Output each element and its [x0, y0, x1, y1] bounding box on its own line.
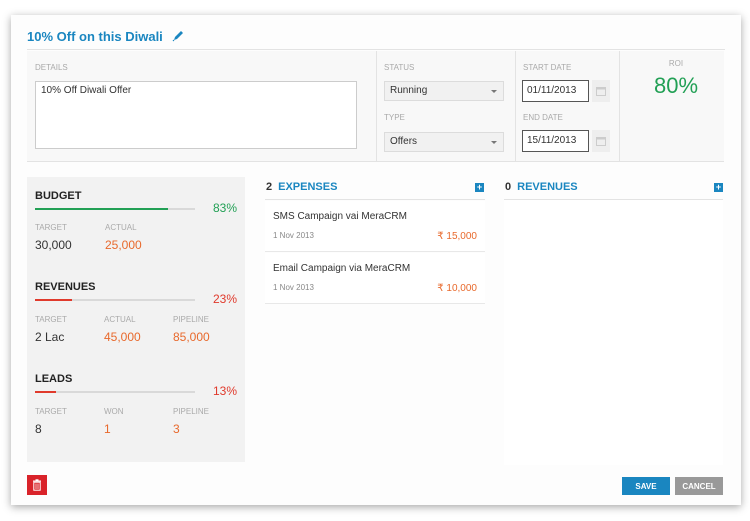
type-label: TYPE	[384, 113, 405, 122]
divider	[265, 199, 485, 200]
leads-progress-bar	[35, 391, 195, 393]
leads-progress-fill	[35, 391, 56, 393]
revenues-actual-label: ACTUAL	[104, 315, 136, 324]
expenses-header: 2 EXPENSES	[266, 181, 337, 195]
start-date-label: START DATE	[523, 63, 572, 72]
revenues-header: 0 REVENUES	[505, 181, 578, 195]
budget-progress-fill	[35, 208, 168, 210]
pencil-icon[interactable]	[171, 29, 185, 43]
expense-amount: ₹ 10,000	[437, 283, 477, 294]
revenues-actual-value: 45,000	[104, 330, 141, 344]
budget-progress-bar	[35, 208, 195, 210]
roi-value: 80%	[653, 73, 699, 98]
end-date-label: END DATE	[523, 113, 563, 122]
type-select[interactable]: Offers	[384, 132, 504, 152]
expenses-title: EXPENSES	[278, 181, 338, 193]
leads-pipeline-value: 3	[173, 422, 180, 436]
budget-actual-label: ACTUAL	[105, 223, 137, 232]
end-date-input[interactable]: 15/11/2013	[522, 130, 589, 152]
revenues-count: 0	[505, 181, 512, 193]
leads-title: LEADS	[35, 373, 73, 385]
details-textarea[interactable]: 10% Off Diwali Offer	[35, 81, 357, 149]
cancel-button[interactable]: CANCEL	[675, 477, 723, 495]
status-select[interactable]: Running	[384, 81, 504, 101]
expense-item[interactable]: SMS Campaign vai MeraCRM 1 Nov 2013 ₹ 15…	[265, 201, 485, 252]
details-label: DETAILS	[35, 63, 68, 72]
revenues-target-label: TARGET	[35, 315, 67, 324]
revenues-progress-bar	[35, 299, 195, 301]
leads-pipeline-label: PIPELINE	[173, 407, 210, 416]
leads-won-value: 1	[104, 422, 111, 436]
revenues-pipeline-label: PIPELINE	[173, 315, 210, 324]
budget-target-value: 30,000	[35, 238, 72, 252]
title-row: 10% Off on this Diwali	[27, 25, 185, 47]
budget-title: BUDGET	[35, 190, 82, 202]
campaign-modal: 10% Off on this Diwali DETAILS 10% Off D…	[11, 15, 741, 505]
revenues-percent: 23%	[212, 292, 237, 306]
revenues-progress-fill	[35, 299, 72, 301]
leads-target-label: TARGET	[35, 407, 67, 416]
calendar-icon[interactable]	[592, 130, 610, 152]
divider	[376, 51, 377, 161]
add-expense-icon[interactable]: +	[475, 183, 484, 192]
revenues-pipeline-value: 85,000	[173, 330, 210, 344]
revenues-title: REVENUES	[35, 281, 96, 293]
divider	[515, 51, 516, 161]
status-label: STATUS	[384, 63, 415, 72]
expenses-count: 2	[266, 181, 273, 193]
chevron-down-icon	[491, 141, 497, 144]
leads-target-value: 8	[35, 422, 42, 436]
divider	[27, 49, 725, 50]
campaign-title: 10% Off on this Diwali	[27, 28, 163, 44]
leads-percent: 13%	[212, 384, 237, 398]
roi-label: ROI	[668, 59, 684, 68]
divider	[619, 51, 620, 161]
expense-amount: ₹ 15,000	[437, 231, 477, 242]
trash-icon	[33, 479, 41, 491]
type-value: Offers	[390, 136, 418, 147]
add-revenue-icon[interactable]: +	[714, 183, 723, 192]
expense-title: Email Campaign via MeraCRM	[273, 263, 411, 274]
revenues-list-title: REVENUES	[517, 181, 578, 193]
budget-percent: 83%	[212, 201, 237, 215]
expense-title: SMS Campaign vai MeraCRM	[273, 211, 407, 222]
save-button[interactable]: SAVE	[622, 477, 670, 495]
stats-panel: BUDGET 83% TARGET ACTUAL 30,000 25,000 R…	[27, 177, 245, 462]
budget-actual-value: 25,000	[105, 238, 142, 252]
delete-button[interactable]	[27, 475, 47, 495]
revenues-list	[504, 200, 723, 465]
status-value: Running	[390, 85, 428, 96]
expense-item[interactable]: Email Campaign via MeraCRM 1 Nov 2013 ₹ …	[265, 253, 485, 304]
chevron-down-icon	[491, 90, 497, 93]
expense-date: 1 Nov 2013	[273, 231, 314, 240]
details-panel: DETAILS 10% Off Diwali Offer STATUS Runn…	[27, 51, 724, 162]
calendar-icon[interactable]	[592, 80, 610, 102]
expense-date: 1 Nov 2013	[273, 283, 314, 292]
start-date-input[interactable]: 01/11/2013	[522, 80, 589, 102]
budget-target-label: TARGET	[35, 223, 67, 232]
revenues-target-value: 2 Lac	[35, 330, 65, 344]
leads-won-label: WON	[104, 407, 124, 416]
